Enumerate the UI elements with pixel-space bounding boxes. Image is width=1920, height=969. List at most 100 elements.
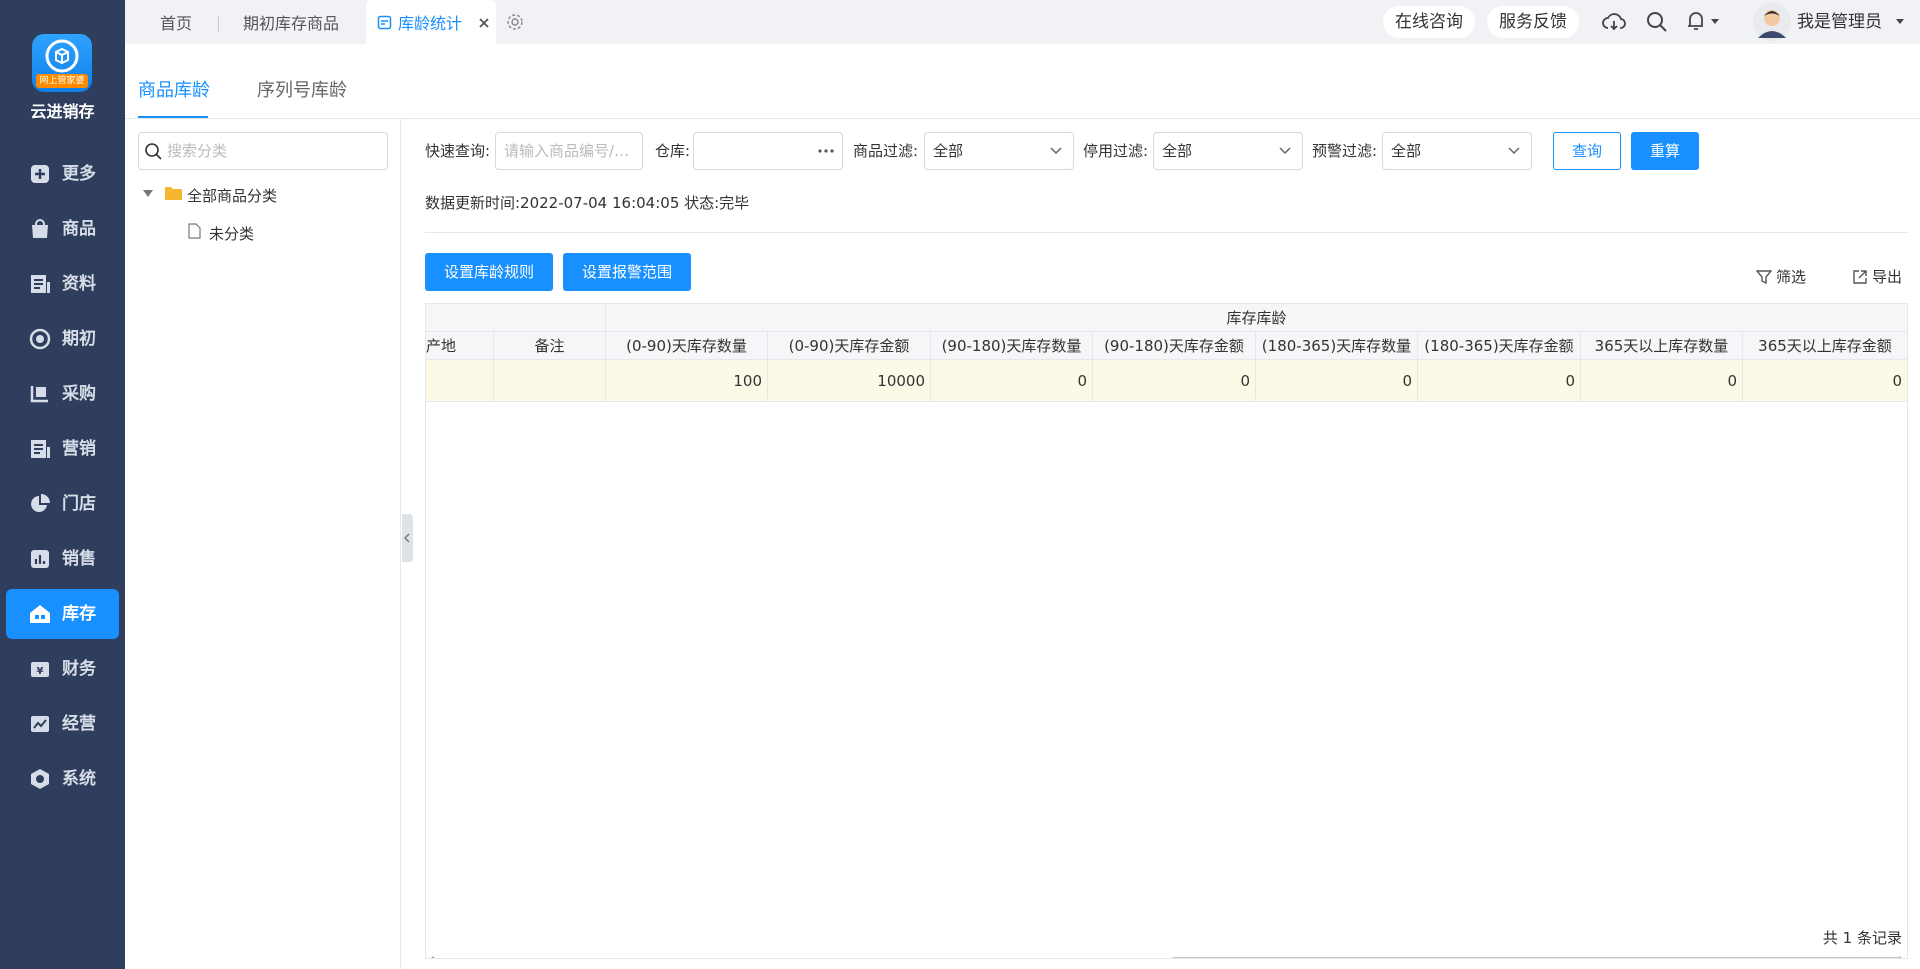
table-header-qty-180-365[interactable]: (180-365)天库存数量: [1256, 332, 1418, 360]
chevron-down-icon: [1508, 147, 1520, 155]
sidebar: 网上管家婆 云进销存 更多 商品 资料 期初 采购 营销 门店 销售 库存 ¥ …: [0, 0, 125, 969]
more-icon[interactable]: [818, 149, 834, 153]
sidebar-item-sales[interactable]: 销售: [6, 534, 119, 584]
scroll-left-icon[interactable]: [428, 956, 435, 959]
update-status-text: 数据更新时间:2022-07-04 16:04:05 状态:完毕: [425, 194, 750, 212]
table-cell[interactable]: [426, 360, 494, 402]
filter-label: 筛选: [1776, 268, 1807, 286]
export-button[interactable]: 导出: [1852, 266, 1902, 287]
tree-node-root[interactable]: 全部商品分类: [187, 185, 277, 206]
export-icon: [1853, 270, 1867, 284]
table-header-qty-365plus[interactable]: 365天以上库存数量: [1581, 332, 1743, 360]
goods-filter-value: 全部: [933, 142, 964, 160]
table-header-origin[interactable]: 产地: [426, 332, 494, 360]
divider: [425, 232, 1908, 233]
set-age-rule-button[interactable]: 设置库龄规则: [425, 253, 553, 291]
goods-filter-select[interactable]: 全部: [924, 132, 1074, 170]
close-icon[interactable]: [478, 17, 490, 29]
table-header-remark[interactable]: 备注: [494, 332, 606, 360]
sidebar-item-label: 期初: [62, 329, 96, 349]
filter-button[interactable]: 筛选: [1755, 266, 1807, 287]
table-header-amt-0-90[interactable]: (0-90)天库存金额: [768, 332, 931, 360]
category-search-input[interactable]: 搜索分类: [138, 132, 388, 170]
record-count: 共 1 条记录: [1822, 929, 1902, 947]
sidebar-item-label: 营销: [62, 439, 96, 459]
table-cell[interactable]: 0: [1581, 360, 1743, 402]
tab-home[interactable]: 首页: [160, 0, 192, 44]
hexagon-gear-icon: [31, 769, 49, 789]
tab-label: 库龄统计: [398, 14, 463, 33]
sidebar-item-data[interactable]: 资料: [6, 259, 119, 309]
sidebar-item-label: 经营: [62, 714, 96, 734]
chevron-down-icon: [1279, 147, 1291, 155]
disable-filter-select[interactable]: 全部: [1153, 132, 1303, 170]
quick-search-label: 快速查询:: [425, 142, 491, 160]
top-bar: 首页 期初库存商品 库龄统计 在线咨询 服务反馈 我是管理员: [125, 0, 1920, 44]
bell-icon[interactable]: [1686, 10, 1706, 32]
tab-age-stats[interactable]: 库龄统计: [366, 0, 496, 44]
subtab-serial-age[interactable]: 序列号库龄: [257, 76, 347, 102]
sidebar-item-system[interactable]: 系统: [6, 754, 119, 804]
feedback-button[interactable]: 服务反馈: [1487, 6, 1579, 38]
sidebar-item-operation[interactable]: 经营: [6, 699, 119, 749]
table-cell[interactable]: 0: [1743, 360, 1907, 402]
query-button[interactable]: 查询: [1553, 132, 1621, 170]
document-list-icon: [31, 440, 50, 458]
table-header-amt-90-180[interactable]: (90-180)天库存金额: [1093, 332, 1256, 360]
app-logo: 网上管家婆 云进销存: [0, 0, 125, 140]
search-icon: [145, 143, 162, 160]
recalc-button[interactable]: 重算: [1631, 132, 1699, 170]
user-menu-chevron-icon[interactable]: [1895, 18, 1905, 26]
sidebar-item-purchase[interactable]: 采购: [6, 369, 119, 419]
table-cell[interactable]: 100: [606, 360, 768, 402]
set-alarm-range-button[interactable]: 设置报警范围: [563, 253, 691, 291]
warning-filter-select[interactable]: 全部: [1382, 132, 1532, 170]
folder-icon: [165, 187, 182, 200]
warehouse-icon: [30, 605, 50, 623]
tree-node-child[interactable]: 未分类: [209, 223, 254, 244]
scrollbar-thumb[interactable]: [1171, 957, 1903, 958]
divider: [125, 118, 1920, 119]
table-header-qty-90-180[interactable]: (90-180)天库存数量: [931, 332, 1093, 360]
cloud-download-icon[interactable]: [1602, 11, 1626, 33]
warning-filter-label: 预警过滤:: [1312, 142, 1378, 160]
search-icon[interactable]: [1646, 11, 1668, 33]
user-name[interactable]: 我是管理员: [1797, 0, 1882, 44]
online-consult-button[interactable]: 在线咨询: [1383, 6, 1475, 38]
chevron-left-icon: [404, 533, 410, 543]
table-cell[interactable]: 0: [1256, 360, 1418, 402]
sidebar-item-goods[interactable]: 商品: [6, 204, 119, 254]
quick-search-input[interactable]: 请输入商品编号/商...: [495, 132, 643, 170]
table-header-amt-365plus[interactable]: 365天以上库存金额: [1743, 332, 1907, 360]
bag-icon: [32, 219, 48, 238]
panel-collapse-handle[interactable]: [402, 514, 413, 562]
trend-icon: [31, 716, 49, 732]
sidebar-item-label: 库存: [62, 604, 96, 624]
sidebar-item-store[interactable]: 门店: [6, 479, 119, 529]
table-cell[interactable]: [494, 360, 606, 402]
sidebar-item-inventory[interactable]: 库存: [6, 589, 119, 639]
chevron-down-icon[interactable]: [1710, 18, 1720, 26]
warehouse-field[interactable]: [693, 132, 843, 170]
tree-expand-icon[interactable]: [143, 190, 153, 198]
avatar[interactable]: [1752, 2, 1792, 42]
table-cell[interactable]: 0: [1418, 360, 1581, 402]
table-cell[interactable]: 0: [1093, 360, 1256, 402]
sidebar-item-marketing[interactable]: 营销: [6, 424, 119, 474]
table-cell[interactable]: 10000: [768, 360, 931, 402]
pie-chart-icon: [31, 494, 50, 512]
filter-icon: [1755, 270, 1773, 285]
tab-initial-goods[interactable]: 期初库存商品: [243, 0, 339, 44]
svg-text:¥: ¥: [37, 666, 44, 677]
sidebar-item-finance[interactable]: ¥ 财务: [6, 644, 119, 694]
subtab-goods-age[interactable]: 商品库龄: [138, 76, 210, 102]
table-cell[interactable]: 0: [931, 360, 1093, 402]
table-group-header: 库存库龄: [606, 304, 1907, 332]
table-header-qty-0-90[interactable]: (0-90)天库存数量: [606, 332, 768, 360]
gear-icon[interactable]: [506, 13, 524, 31]
logo-badge: 网上管家婆: [36, 74, 88, 88]
cart-icon: [30, 386, 48, 403]
sidebar-item-initial[interactable]: 期初: [6, 314, 119, 364]
sidebar-item-more[interactable]: 更多: [6, 149, 119, 199]
table-header-amt-180-365[interactable]: (180-365)天库存金额: [1418, 332, 1581, 360]
